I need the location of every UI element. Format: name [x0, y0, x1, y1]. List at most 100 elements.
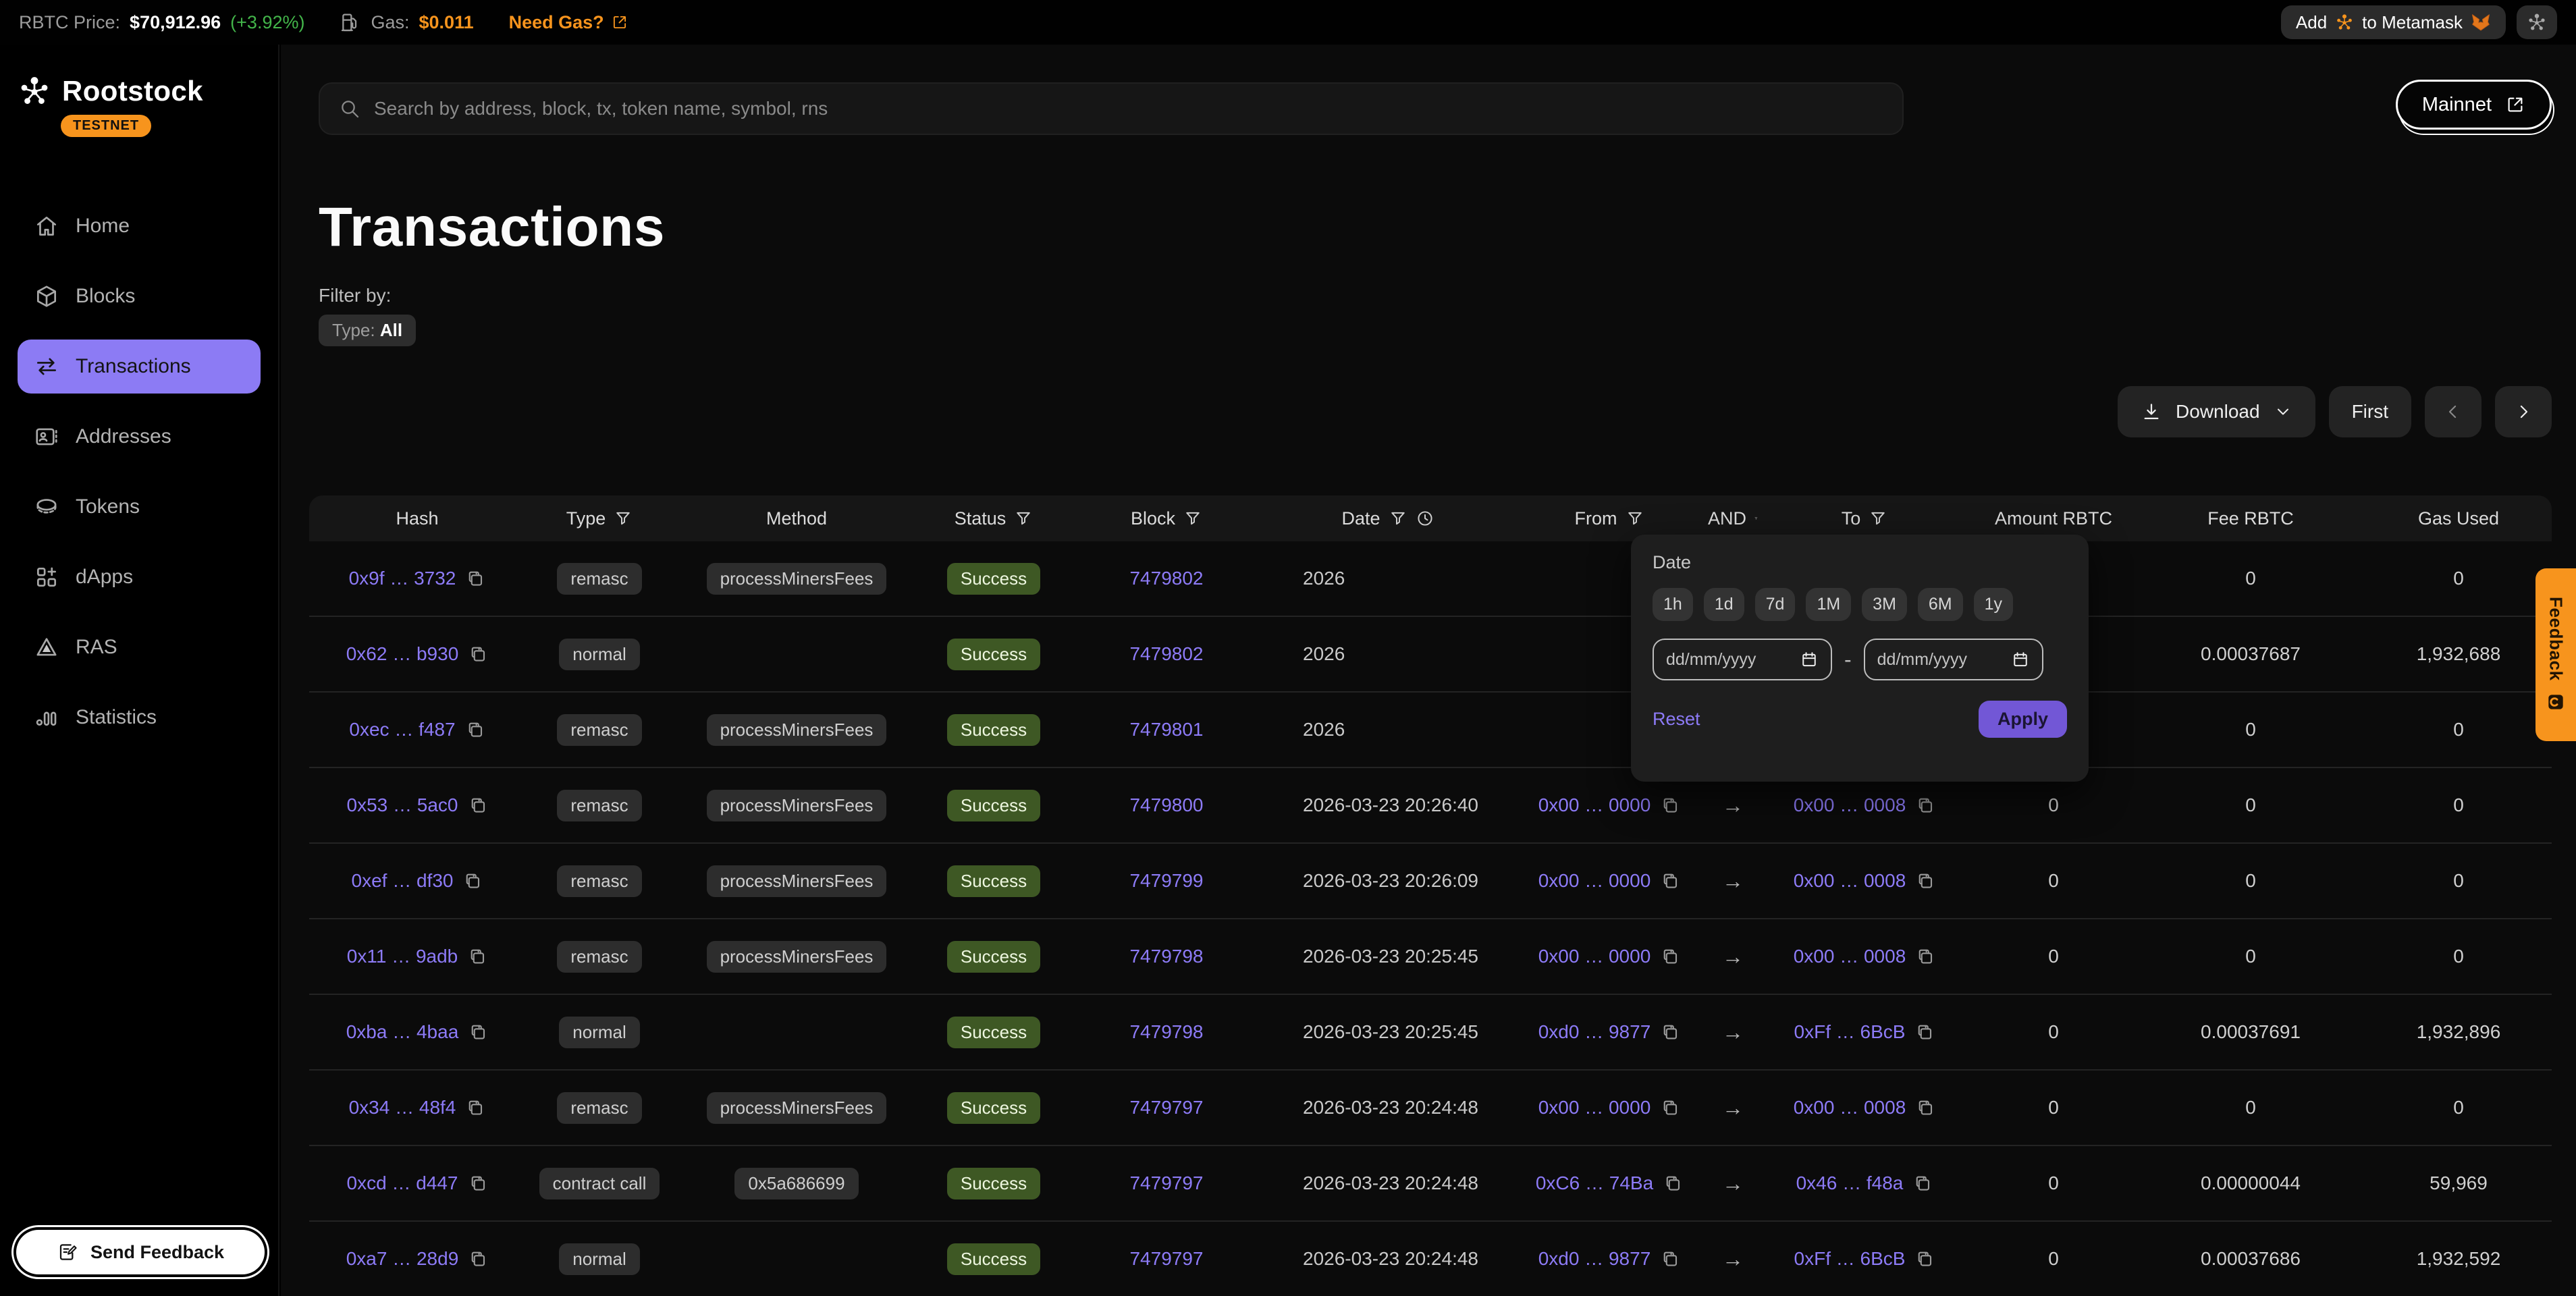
block-link[interactable]: 7479797: [1129, 1248, 1203, 1270]
filter-icon[interactable]: [1014, 509, 1033, 528]
copy-icon[interactable]: [468, 644, 488, 664]
sidebar-item-blocks[interactable]: Blocks: [18, 269, 261, 323]
copy-icon[interactable]: [467, 946, 487, 967]
block-link[interactable]: 7479797: [1129, 1172, 1203, 1194]
sidebar-item-ras[interactable]: RAS: [18, 620, 261, 674]
sidebar-item-home[interactable]: Home: [18, 199, 261, 253]
sidebar-item-transactions[interactable]: Transactions: [18, 340, 261, 394]
send-feedback-button[interactable]: Send Feedback: [16, 1230, 265, 1274]
download-button[interactable]: Download: [2118, 386, 2315, 437]
copy-icon[interactable]: [1663, 1173, 1683, 1193]
block-link[interactable]: 7479800: [1129, 794, 1203, 816]
column-header-block: Block: [1068, 508, 1265, 529]
tx-hash-link[interactable]: 0x34 … 48f4: [349, 1097, 456, 1118]
search-input[interactable]: [374, 98, 1883, 119]
to-address-link[interactable]: 0x00 … 0008: [1794, 870, 1906, 892]
from-address-link[interactable]: 0x00 … 0000: [1538, 1097, 1651, 1118]
tx-hash-link[interactable]: 0xcd … d447: [347, 1172, 458, 1194]
date-range-chip-6M[interactable]: 6M: [1918, 588, 1963, 621]
tx-hash-link[interactable]: 0xef … df30: [352, 870, 454, 892]
date-range-chip-3M[interactable]: 3M: [1862, 588, 1907, 621]
calendar-icon[interactable]: [1800, 650, 1819, 669]
copy-icon[interactable]: [1660, 1249, 1680, 1269]
copy-icon[interactable]: [468, 795, 488, 815]
block-link[interactable]: 7479798: [1129, 1021, 1203, 1043]
filter-icon[interactable]: [614, 509, 633, 528]
from-address-link[interactable]: 0x00 … 0000: [1538, 870, 1651, 892]
tx-hash-link[interactable]: 0x9f … 3732: [349, 568, 456, 589]
to-address-link[interactable]: 0x46 … f48a: [1796, 1172, 1904, 1194]
calendar-icon[interactable]: [2011, 650, 2030, 669]
date-range-chip-1M[interactable]: 1M: [1806, 588, 1851, 621]
first-page-button[interactable]: First: [2329, 386, 2411, 437]
brand-logo[interactable]: Rootstock: [18, 74, 261, 108]
from-address-link[interactable]: 0x00 … 0000: [1538, 794, 1651, 816]
copy-icon[interactable]: [1915, 795, 1935, 815]
copy-icon[interactable]: [462, 871, 483, 891]
copy-icon[interactable]: [1912, 1173, 1933, 1193]
from-address-link[interactable]: 0xC6 … 74Ba: [1536, 1172, 1653, 1194]
to-address-link[interactable]: 0x00 … 0008: [1794, 794, 1906, 816]
apply-button[interactable]: Apply: [1979, 701, 2067, 738]
date-range-chip-1h[interactable]: 1h: [1653, 588, 1693, 621]
block-link[interactable]: 7479801: [1129, 719, 1203, 740]
copy-icon[interactable]: [1660, 1022, 1680, 1042]
sidebar-item-addresses[interactable]: Addresses: [18, 410, 261, 464]
copy-icon[interactable]: [1660, 795, 1680, 815]
copy-icon[interactable]: [1914, 1249, 1935, 1269]
filter-icon[interactable]: [1869, 509, 1887, 528]
sidebar-item-statistics[interactable]: Statistics: [18, 691, 261, 745]
type-filter-chip[interactable]: Type: All: [319, 315, 416, 346]
tx-hash-link[interactable]: 0xba … 4baa: [346, 1021, 459, 1043]
copy-icon[interactable]: [468, 1249, 488, 1269]
copy-icon[interactable]: [468, 1022, 488, 1042]
date-range-chip-7d[interactable]: 7d: [1755, 588, 1796, 621]
copy-icon[interactable]: [1915, 871, 1935, 891]
copy-icon[interactable]: [1660, 871, 1680, 891]
date-range-chip-1d[interactable]: 1d: [1704, 588, 1744, 621]
block-link[interactable]: 7479798: [1129, 946, 1203, 967]
reset-button[interactable]: Reset: [1653, 709, 1700, 730]
date-range-chip-1y[interactable]: 1y: [1974, 588, 2013, 621]
copy-icon[interactable]: [1660, 946, 1680, 967]
rootstock-square-button[interactable]: [2517, 5, 2557, 39]
filter-icon[interactable]: [1389, 509, 1407, 528]
filter-icon[interactable]: [1183, 509, 1202, 528]
block-link[interactable]: 7479802: [1129, 568, 1203, 589]
filter-icon[interactable]: [1626, 509, 1644, 528]
copy-icon[interactable]: [1914, 1022, 1935, 1042]
copy-icon[interactable]: [1660, 1098, 1680, 1118]
feedback-tab[interactable]: Feedback: [2535, 568, 2576, 741]
tx-hash-link[interactable]: 0xa7 … 28d9: [346, 1248, 459, 1270]
to-address-link[interactable]: 0x00 … 0008: [1794, 1097, 1906, 1118]
to-address-link[interactable]: 0xFf … 6BcB: [1794, 1021, 1906, 1043]
clock-icon[interactable]: [1416, 509, 1434, 528]
date-to-input[interactable]: dd/mm/yyyy: [1864, 639, 2043, 680]
tx-hash-link[interactable]: 0xec … f487: [349, 719, 455, 740]
add-to-metamask-button[interactable]: Add to Metamask: [2281, 5, 2506, 39]
copy-icon[interactable]: [1915, 1098, 1935, 1118]
need-gas-link[interactable]: Need Gas?: [509, 12, 628, 33]
next-page-button[interactable]: [2495, 386, 2552, 437]
date-from-input[interactable]: dd/mm/yyyy: [1653, 639, 1832, 680]
to-address-link[interactable]: 0xFf … 6BcB: [1794, 1248, 1906, 1270]
from-address-link[interactable]: 0x00 … 0000: [1538, 946, 1651, 967]
to-address-link[interactable]: 0x00 … 0008: [1794, 946, 1906, 967]
copy-icon[interactable]: [465, 1098, 485, 1118]
sidebar-item-dapps[interactable]: dApps: [18, 550, 261, 604]
block-link[interactable]: 7479802: [1129, 643, 1203, 665]
sidebar-item-tokens[interactable]: Tokens: [18, 480, 261, 534]
copy-icon[interactable]: [468, 1173, 488, 1193]
from-address-link[interactable]: 0xd0 … 9877: [1538, 1248, 1651, 1270]
tx-hash-link[interactable]: 0x11 … 9adb: [347, 946, 458, 967]
prev-page-button[interactable]: [2425, 386, 2481, 437]
mainnet-button[interactable]: Mainnet: [2396, 80, 2552, 130]
copy-icon[interactable]: [465, 568, 485, 589]
block-link[interactable]: 7479799: [1129, 870, 1203, 892]
tx-hash-link[interactable]: 0x53 … 5ac0: [347, 794, 458, 816]
copy-icon[interactable]: [465, 720, 485, 740]
tx-hash-link[interactable]: 0x62 … b930: [346, 643, 459, 665]
copy-icon[interactable]: [1915, 946, 1935, 967]
from-address-link[interactable]: 0xd0 … 9877: [1538, 1021, 1651, 1043]
block-link[interactable]: 7479797: [1129, 1097, 1203, 1118]
